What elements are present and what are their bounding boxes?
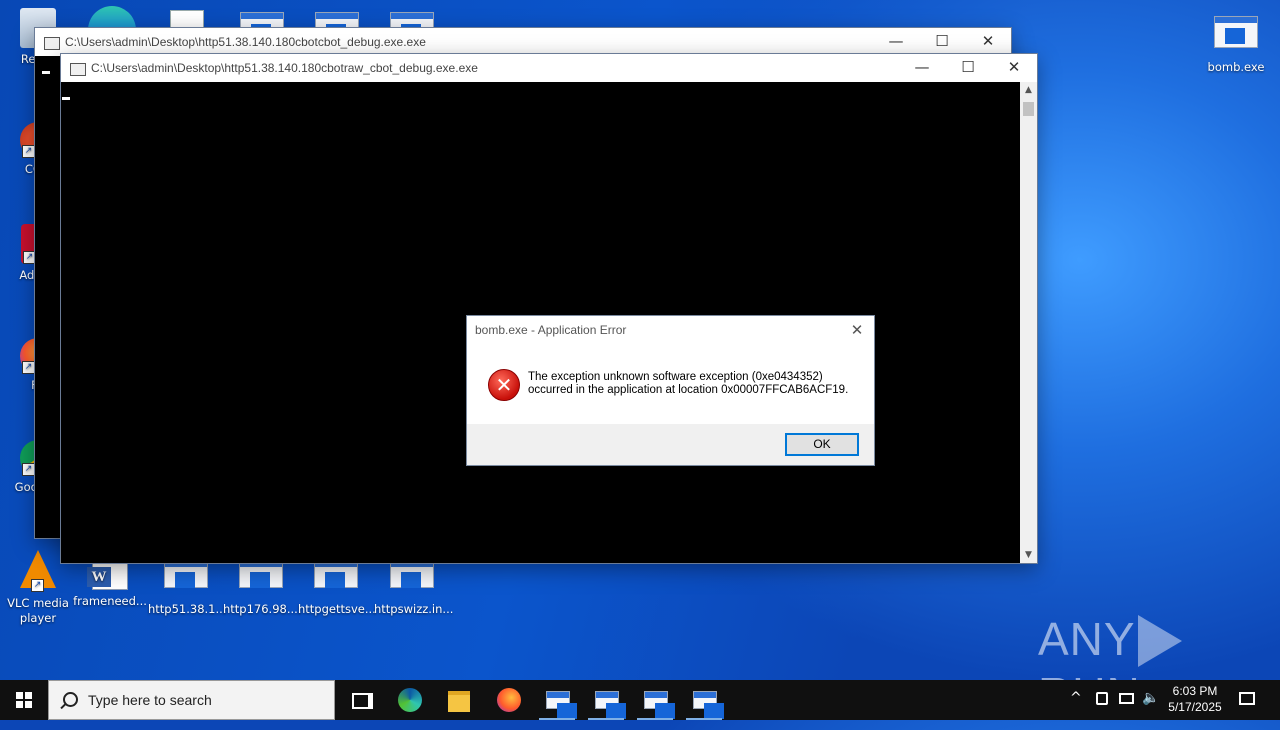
ok-button[interactable]: OK [785, 433, 859, 456]
dialog-title: bomb.exe - Application Error [475, 323, 627, 337]
taskbar-console-3[interactable] [631, 680, 679, 720]
shortcut-arrow-icon: ↗ [31, 579, 44, 592]
error-message-line-1: The exception unknown software exception… [528, 371, 823, 383]
tray-volume-icon[interactable]: 🔈 [1142, 690, 1159, 730]
error-message: The exception unknown software exception… [528, 371, 848, 397]
taskbar-console-4[interactable] [680, 680, 728, 720]
edge-icon [398, 688, 422, 712]
desktop-icon-label: httpgettsve... [298, 602, 376, 616]
maximize-button[interactable]: ☐ [919, 28, 965, 56]
minimize-button[interactable]: — [899, 54, 945, 82]
exe-file-icon [239, 560, 283, 588]
close-button[interactable]: ✕ [991, 54, 1037, 82]
application-error-dialog[interactable]: bomb.exe - Application Error ✕ ✕ The exc… [466, 315, 875, 466]
exe-file-icon [390, 560, 434, 588]
console-app-icon [44, 37, 60, 50]
exe-file-icon [314, 560, 358, 588]
desktop-icon-http51[interactable]: http51.38.1... [148, 556, 227, 617]
clock-time: 6:03 PM [1172, 684, 1218, 698]
minimize-button[interactable]: — [873, 28, 919, 56]
watermark-left: ANY [1038, 613, 1136, 665]
desktop-icon-label: http51.38.1... [148, 602, 227, 616]
console-scrollbar[interactable]: ▲ ▼ [1020, 82, 1037, 563]
desktop-icon-label: VLC media player [7, 596, 69, 625]
console-app-icon [693, 691, 724, 719]
search-placeholder: Type here to search [88, 692, 212, 708]
console-app-icon [644, 691, 675, 719]
start-button[interactable] [0, 680, 48, 720]
console-cursor [62, 97, 70, 100]
desktop-icon-httpswizz[interactable]: httpswizz.in... [374, 556, 454, 617]
taskbar-search-box[interactable]: Type here to search [48, 680, 335, 720]
console-app-icon [70, 63, 86, 76]
taskbar-file-explorer[interactable] [435, 680, 483, 720]
firefox-icon [497, 688, 521, 712]
console-cursor [42, 71, 50, 74]
desktop-icon-httpgettsve[interactable]: httpgettsve... [298, 556, 376, 617]
console-window-front[interactable]: C:\Users\admin\Desktop\http51.38.140.180… [60, 53, 1038, 564]
exe-file-icon [164, 560, 208, 588]
scroll-up-arrow-icon[interactable]: ▲ [1020, 82, 1037, 98]
console-app-icon [546, 691, 577, 719]
console-app-icon [595, 691, 626, 719]
dialog-footer: OK [467, 424, 874, 465]
exe-file-icon [1214, 16, 1258, 48]
error-icon: ✕ [488, 369, 520, 401]
desktop-icon-bomb-exe[interactable]: bomb.exe [1198, 12, 1274, 75]
scrollbar-thumb[interactable] [1023, 102, 1034, 116]
close-button[interactable]: ✕ [965, 28, 1011, 56]
tray-network-shield-icon[interactable] [1096, 692, 1108, 705]
taskbar-console-2[interactable] [582, 680, 630, 720]
error-message-line-2: occurred in the application at location … [528, 384, 849, 396]
desktop-icon-http176[interactable]: http176.98.... [223, 556, 302, 617]
tray-show-hidden-icon[interactable]: ^ [1070, 690, 1082, 730]
folder-icon [448, 691, 470, 712]
taskbar-edge[interactable] [386, 680, 434, 720]
dialog-close-icon[interactable]: ✕ [846, 319, 868, 341]
play-triangle-icon [1137, 615, 1182, 667]
desktop-icon-label: httpswizz.in... [374, 602, 454, 616]
window-title: C:\Users\admin\Desktop\http51.38.140.180… [65, 35, 426, 49]
desktop-icon-label: http176.98.... [223, 602, 302, 616]
desktop-icon-label: bomb.exe [1207, 60, 1265, 74]
window-titlebar[interactable]: C:\Users\admin\Desktop\http51.38.140.180… [61, 54, 1037, 82]
taskbar-clock[interactable]: 6:03 PM 5/17/2025 [1160, 683, 1230, 715]
windows-logo-icon [16, 692, 32, 708]
clock-date: 5/17/2025 [1168, 700, 1222, 714]
task-view-button[interactable] [336, 680, 384, 720]
notification-center-icon[interactable] [1239, 692, 1255, 705]
maximize-button[interactable]: ☐ [945, 54, 991, 82]
desktop-icon-frameneed[interactable]: W frameneed... [72, 558, 148, 609]
taskbar-console-1[interactable] [533, 680, 581, 720]
taskbar: Type here to search ^ 🔈 6:03 PM 5/17/202… [0, 680, 1280, 720]
tray-network-icon[interactable] [1119, 693, 1134, 704]
vlc-icon-wrap: ↗ [17, 550, 59, 592]
scroll-down-arrow-icon[interactable]: ▼ [1020, 547, 1037, 563]
window-title: C:\Users\admin\Desktop\http51.38.140.180… [91, 61, 478, 75]
taskbar-firefox[interactable] [485, 680, 533, 720]
window-titlebar[interactable]: C:\Users\admin\Desktop\http51.38.140.180… [35, 28, 1011, 56]
desktop-icon-label: frameneed... [73, 594, 147, 608]
search-icon [63, 692, 78, 707]
task-view-icon [352, 693, 373, 709]
